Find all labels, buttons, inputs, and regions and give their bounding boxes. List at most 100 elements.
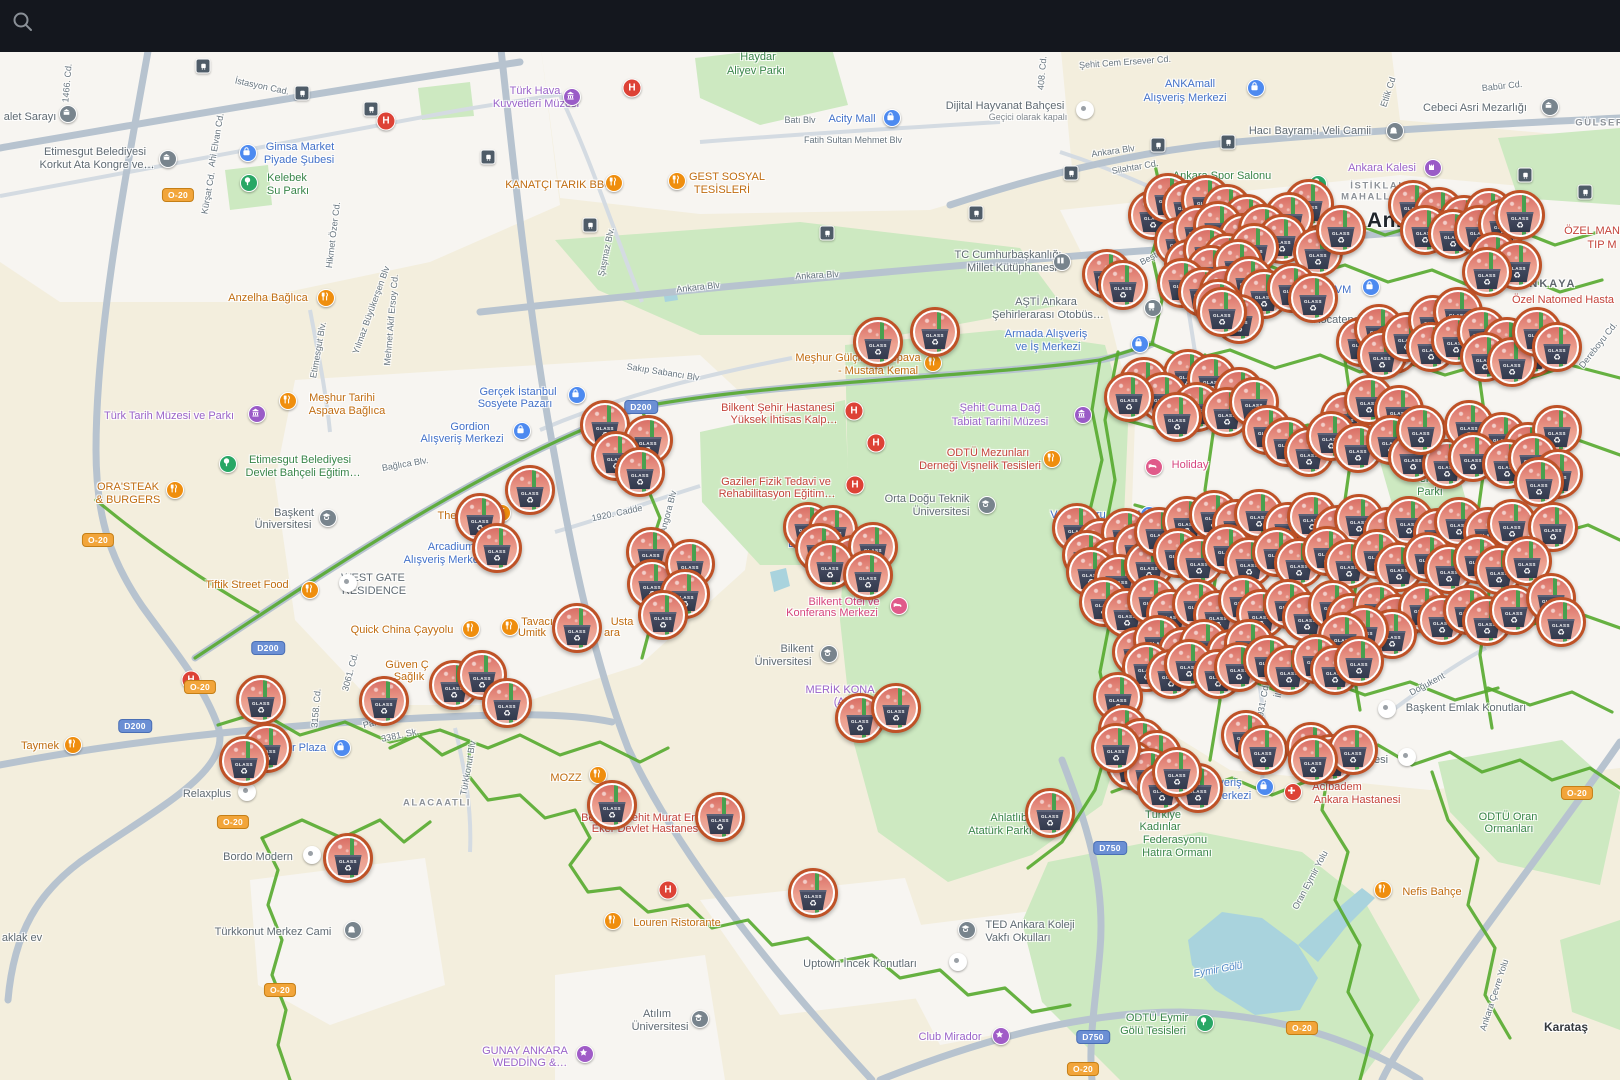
- glass-recycle-marker[interactable]: GLASS♻: [236, 675, 286, 725]
- glass-recycle-marker[interactable]: GLASS♻: [1536, 597, 1586, 647]
- recycle-icon: ♻: [1544, 353, 1571, 361]
- glass-recycle-marker[interactable]: GLASS♻: [472, 523, 522, 573]
- marker-photo: GLASS♻: [915, 312, 955, 352]
- glass-recycle-marker[interactable]: GLASS♻: [359, 676, 409, 726]
- glass-recycle-marker[interactable]: GLASS♻: [1104, 372, 1154, 422]
- map-canvas[interactable]: 1466. Cd.İstasyon Cad.Ahi Elvan Cd.Kürşa…: [0, 0, 1620, 1080]
- recycle-icon: ♻: [1300, 766, 1327, 774]
- glass-bin: GLASS♻: [627, 469, 654, 489]
- glass-recycle-marker[interactable]: GLASS♻: [219, 736, 269, 786]
- glass-recycle-marker[interactable]: GLASS♻: [1197, 287, 1247, 337]
- marker-photo: GLASS♻: [1333, 730, 1373, 770]
- marker-photo: GLASS♻: [1500, 195, 1540, 235]
- recycle-icon: ♻: [1037, 819, 1064, 827]
- marker-photo: GLASS♻: [1339, 641, 1379, 681]
- recycle-icon: ♻: [1185, 794, 1212, 802]
- glass-bin: GLASS♻: [847, 715, 874, 735]
- glass-recycle-marker[interactable]: GLASS♻: [552, 603, 602, 653]
- glass-recycle-marker[interactable]: GLASS♻: [910, 307, 960, 357]
- marker-photo: GLASS♻: [487, 683, 527, 723]
- glass-bin: GLASS♻: [1110, 282, 1137, 302]
- glass-recycle-marker[interactable]: GLASS♻: [587, 780, 637, 830]
- glass-recycle-marker[interactable]: GLASS♻: [1098, 260, 1148, 310]
- glass-recycle-marker[interactable]: GLASS♻: [1288, 273, 1338, 323]
- recycle-icon: ♻: [1164, 423, 1191, 431]
- marker-photo: GLASS♻: [848, 555, 888, 595]
- glass-bin: GLASS♻: [494, 700, 521, 720]
- glass-bin: GLASS♻: [1300, 757, 1327, 777]
- marker-photo: GLASS♻: [1293, 740, 1333, 780]
- glass-recycle-marker[interactable]: GLASS♻: [1091, 723, 1141, 773]
- marker-photo: GLASS♻: [1519, 462, 1559, 502]
- glass-recycle-marker[interactable]: GLASS♻: [1334, 636, 1384, 686]
- recycle-icon: ♻: [1209, 318, 1236, 326]
- glass-recycle-marker[interactable]: GLASS♻: [871, 683, 921, 733]
- marker-photo: GLASS♻: [1537, 327, 1577, 367]
- marker-photo: GLASS♻: [1541, 602, 1581, 642]
- recycle-icon: ♻: [1286, 569, 1313, 577]
- glass-recycle-marker[interactable]: GLASS♻: [1288, 735, 1338, 785]
- recycle-icon: ♻: [1386, 573, 1413, 581]
- marker-photo: GLASS♻: [1293, 278, 1333, 318]
- recycle-icon: ♻: [922, 338, 949, 346]
- recycle-icon: ♻: [1501, 616, 1528, 624]
- recycle-icon: ♻: [1526, 488, 1553, 496]
- marker-photo: GLASS♻: [1202, 292, 1242, 332]
- recycle-icon: ♻: [484, 554, 511, 562]
- glass-recycle-marker[interactable]: GLASS♻: [1025, 788, 1075, 838]
- recycle-icon: ♻: [1548, 628, 1575, 636]
- glass-bin: GLASS♻: [865, 339, 892, 359]
- glass-bin: GLASS♻: [231, 758, 258, 778]
- glass-recycle-marker[interactable]: GLASS♻: [505, 465, 555, 515]
- glass-bin: GLASS♻: [1346, 658, 1373, 678]
- glass-bin: GLASS♻: [1499, 359, 1526, 379]
- app-window: 1466. Cd.İstasyon Cad.Ahi Elvan Cd.Kürşa…: [0, 0, 1620, 1080]
- recycle-icon: ♻: [1305, 258, 1332, 266]
- glass-bin: GLASS♻: [1526, 479, 1553, 499]
- glass-bin: GLASS♻: [1501, 607, 1528, 627]
- glass-recycle-marker[interactable]: GLASS♻: [1152, 392, 1202, 442]
- recycle-icon: ♻: [1369, 361, 1396, 369]
- glass-recycle-marker[interactable]: GLASS♻: [482, 678, 532, 728]
- glass-recycle-marker[interactable]: GLASS♻: [615, 447, 665, 497]
- glass-recycle-marker[interactable]: GLASS♻: [788, 868, 838, 918]
- glass-bin: GLASS♻: [1544, 344, 1571, 364]
- recycle-icon: ♻: [1499, 368, 1526, 376]
- marker-photo: GLASS♻: [1243, 730, 1283, 770]
- glass-recycle-marker[interactable]: GLASS♻: [1532, 322, 1582, 372]
- glass-recycle-marker[interactable]: GLASS♻: [323, 833, 373, 883]
- glass-recycle-marker[interactable]: GLASS♻: [1152, 747, 1202, 797]
- glass-recycle-marker[interactable]: GLASS♻: [695, 792, 745, 842]
- recycle-icon: ♻: [1328, 236, 1355, 244]
- glass-recycle-marker[interactable]: GLASS♻: [1238, 725, 1288, 775]
- glass-bin: GLASS♻: [1300, 295, 1327, 315]
- glass-bin: GLASS♻: [1328, 227, 1355, 247]
- recycle-icon: ♻: [1346, 667, 1373, 675]
- top-bar: [0, 0, 1620, 52]
- glass-bin: GLASS♻: [564, 625, 591, 645]
- recycle-icon: ♻: [371, 707, 398, 715]
- glass-recycle-marker[interactable]: GLASS♻: [638, 590, 688, 640]
- glass-recycle-marker[interactable]: GLASS♻: [1316, 205, 1366, 255]
- glass-recycle-marker[interactable]: GLASS♻: [1396, 405, 1446, 455]
- recycle-icon: ♻: [1507, 221, 1534, 229]
- glass-bin: GLASS♻: [248, 697, 275, 717]
- recycle-icon: ♻: [1110, 291, 1137, 299]
- recycle-icon: ♻: [627, 478, 654, 486]
- recycle-icon: ♻: [564, 634, 591, 642]
- marker-photo: GLASS♻: [643, 595, 683, 635]
- glass-recycle-marker[interactable]: GLASS♻: [1514, 457, 1564, 507]
- recycle-icon: ♻: [1103, 754, 1130, 762]
- recycle-icon: ♻: [599, 811, 626, 819]
- marker-photo: GLASS♻: [224, 741, 264, 781]
- recycle-icon: ♻: [883, 714, 910, 722]
- recycle-icon: ♻: [494, 709, 521, 717]
- glass-recycle-marker[interactable]: GLASS♻: [843, 550, 893, 600]
- marker-photo: GLASS♻: [620, 452, 660, 492]
- glass-recycle-marker[interactable]: GLASS♻: [853, 317, 903, 367]
- glass-bin: GLASS♻: [517, 487, 544, 507]
- recycle-icon: ♻: [1345, 454, 1372, 462]
- search-icon[interactable]: [10, 9, 36, 35]
- marker-photo: GLASS♻: [1467, 252, 1507, 292]
- recycle-icon: ♻: [1300, 304, 1327, 312]
